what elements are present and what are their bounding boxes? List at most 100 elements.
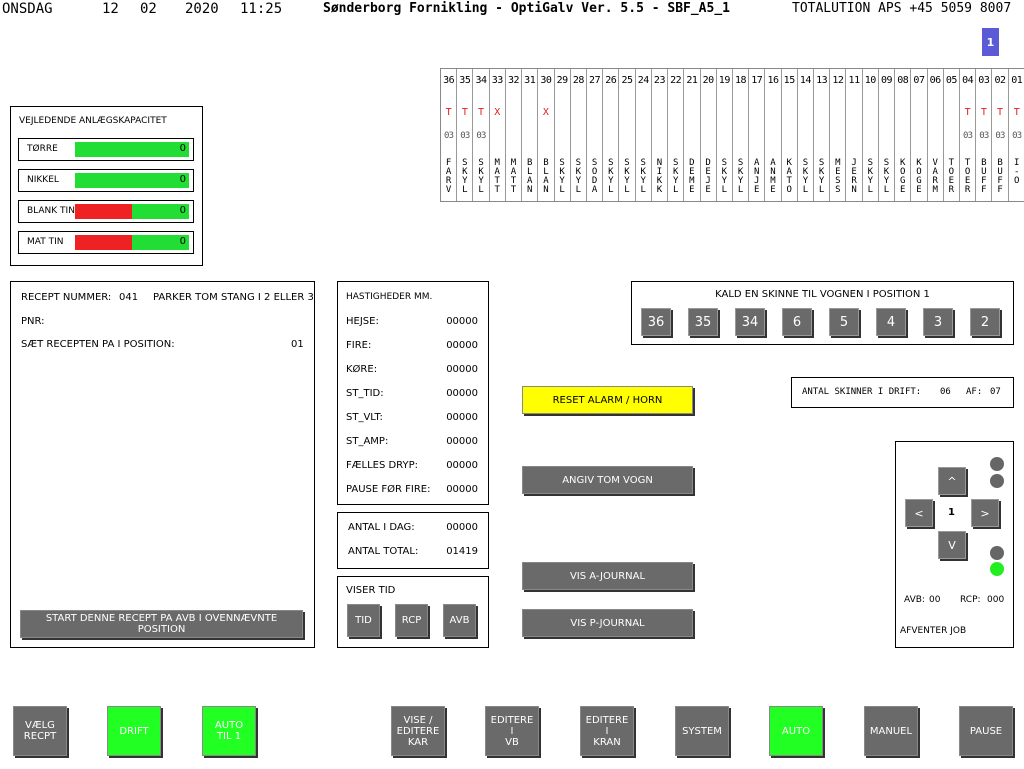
rail-number: 13	[816, 75, 828, 86]
rails-of-value: 07	[990, 387, 1001, 397]
start-recipe-button[interactable]: START DENNE RECEPT PA AVB I OVENNÆVNTE P…	[20, 610, 303, 638]
rail-column[interactable]: 22 S K Y L	[668, 69, 685, 201]
drift-button[interactable]: DRIFT	[107, 706, 161, 756]
rail-number: 30	[540, 75, 552, 86]
choose-recipe-button[interactable]: VÆLG RECPT	[13, 706, 67, 756]
capacity-label: NIKKEL	[27, 175, 59, 185]
rail-column[interactable]: 05 T O E R	[944, 69, 960, 201]
rail-number: 10	[864, 75, 877, 86]
rail-label: S K Y L	[640, 158, 646, 195]
rail-column[interactable]: 03 T 03 B U F F	[976, 69, 993, 201]
rail-column[interactable]: 15 K A T O	[782, 69, 798, 201]
rail-label: S K Y L	[802, 158, 809, 195]
rail-column[interactable]: 30 X B L A N	[538, 69, 555, 201]
rail-column[interactable]: 01 T 03 I - O	[1009, 69, 1024, 201]
edit-vb-button[interactable]: EDITERE I VB	[485, 706, 539, 756]
rails-of-label: AF:	[966, 387, 983, 397]
rail-column[interactable]: 32 M A T T	[506, 69, 523, 201]
rail-column[interactable]: 28 S K Y L	[571, 69, 587, 201]
rail-column[interactable]: 25 S K Y L	[619, 69, 636, 201]
edit-kran-button[interactable]: EDITERE I KRAN	[580, 706, 634, 756]
page-badge[interactable]: 1	[982, 28, 999, 56]
capacity-bar-red	[75, 235, 132, 250]
position-value[interactable]: 01	[291, 339, 304, 350]
call-rail-button[interactable]: 34	[735, 308, 765, 336]
rail-column[interactable]: 35 T 03 S K Y L	[457, 69, 474, 201]
rail-sub: 03	[979, 131, 989, 141]
clock-time: 11:25	[240, 1, 283, 17]
p-journal-button[interactable]: VIS P-JOURNAL	[522, 609, 693, 637]
rail-number: 17	[751, 75, 763, 86]
reset-alarm-button[interactable]: RESET ALARM / HORN	[522, 386, 693, 414]
rail-column[interactable]: 12 M E S S	[830, 69, 847, 201]
rail-column[interactable]: 33 X M A T T	[490, 69, 506, 201]
call-rail-button[interactable]: 6	[782, 308, 812, 336]
counts-panel: ANTAL I DAG: 00000 ANTAL TOTAL: 01419	[337, 512, 489, 569]
rail-number: 28	[572, 75, 585, 86]
auto-til-1-button[interactable]: AUTO TIL 1	[202, 706, 256, 756]
call-rail-button[interactable]: 36	[641, 308, 671, 336]
show-tid-button[interactable]: TID	[347, 604, 380, 637]
rail-column[interactable]: 29 S K Y L	[555, 69, 571, 201]
rail-column[interactable]: 04 T 03 T O E R	[960, 69, 977, 201]
rail-column[interactable]: 36 T 03 F A R V	[441, 69, 458, 201]
rail-number: 16	[767, 75, 779, 86]
call-rail-button[interactable]: 3	[923, 308, 953, 336]
a-journal-button[interactable]: VIS A-JOURNAL	[522, 562, 693, 590]
rail-column[interactable]: 26 S K Y L	[603, 69, 620, 201]
edit-kar-button[interactable]: VISE / EDITERE KAR	[391, 706, 445, 756]
rail-column[interactable]: 16 A N M E	[765, 69, 782, 201]
rail-column[interactable]: 34 T 03 S K Y L	[473, 69, 490, 201]
speed-value: 00000	[446, 364, 478, 375]
rail-column[interactable]: 20 D E J E	[701, 69, 717, 201]
rail-column[interactable]: 13 S K Y L	[814, 69, 831, 201]
show-rcp-button[interactable]: RCP	[395, 604, 428, 637]
rail-number: 23	[653, 75, 666, 86]
rail-column[interactable]: 18 S K Y L	[733, 69, 750, 201]
rail-column[interactable]: 14 S K Y L	[798, 69, 815, 201]
auto-button[interactable]: AUTO	[769, 706, 823, 756]
rail-column[interactable]: 21 D E M E	[684, 69, 701, 201]
call-rail-button[interactable]: 5	[829, 308, 859, 336]
nav-right-button[interactable]: >	[971, 499, 999, 527]
rail-number: 09	[880, 75, 893, 86]
system-button[interactable]: SYSTEM	[675, 706, 729, 756]
date-day: 12	[102, 1, 119, 17]
rail-column[interactable]: 19 S K Y L	[717, 69, 733, 201]
empty-cart-button[interactable]: ANGIV TOM VOGN	[522, 466, 693, 494]
recipe-number-label: RECEPT NUMMER:	[21, 292, 112, 303]
rail-number: 12	[832, 75, 844, 86]
rail-label: S K Y L	[883, 158, 890, 195]
rail-column[interactable]: 11 J E R N	[846, 69, 863, 201]
rail-column[interactable]: 02 T 03 B U F F	[992, 69, 1009, 201]
call-rail-button[interactable]: 35	[688, 308, 718, 336]
park-instruction: PARKER TOM STANG I 2 ELLER 3	[153, 292, 314, 303]
capacity-row: BLANK TIN 0	[18, 200, 194, 223]
rail-number: 04	[962, 75, 974, 86]
rail-column[interactable]: 24 S K Y L	[636, 69, 652, 201]
speed-value: 00000	[446, 340, 478, 351]
speed-value: 00000	[446, 316, 478, 327]
nav-left-button[interactable]: <	[905, 499, 933, 527]
recipe-panel: RECEPT NUMMER: 041 PARKER TOM STANG I 2 …	[10, 281, 315, 648]
rail-column[interactable]: 23 N I K K	[652, 69, 669, 201]
rail-label: T O E R	[964, 158, 971, 195]
manual-button[interactable]: MANUEL	[864, 706, 918, 756]
nav-down-button[interactable]: V	[938, 531, 966, 559]
call-rail-button[interactable]: 4	[876, 308, 906, 336]
show-avb-button[interactable]: AVB	[443, 604, 476, 637]
rail-column[interactable]: 10 S K Y L	[863, 69, 879, 201]
nav-up-button[interactable]: ^	[938, 467, 966, 495]
rail-number: 31	[524, 75, 536, 86]
pnr-label: PNR:	[21, 316, 45, 327]
rail-column[interactable]: 31 B L A N	[522, 69, 539, 201]
rail-number: 19	[718, 75, 731, 86]
pause-button[interactable]: PAUSE	[959, 706, 1013, 756]
rail-column[interactable]: 06 V A R M	[928, 69, 944, 201]
call-rail-button[interactable]: 2	[970, 308, 1000, 336]
rail-column[interactable]: 07 K O G E	[911, 69, 928, 201]
rail-column[interactable]: 27 S O D A	[587, 69, 604, 201]
rail-column[interactable]: 08 K O G E	[895, 69, 912, 201]
rail-column[interactable]: 17 A N J E	[749, 69, 766, 201]
rail-column[interactable]: 09 S K Y L	[879, 69, 896, 201]
